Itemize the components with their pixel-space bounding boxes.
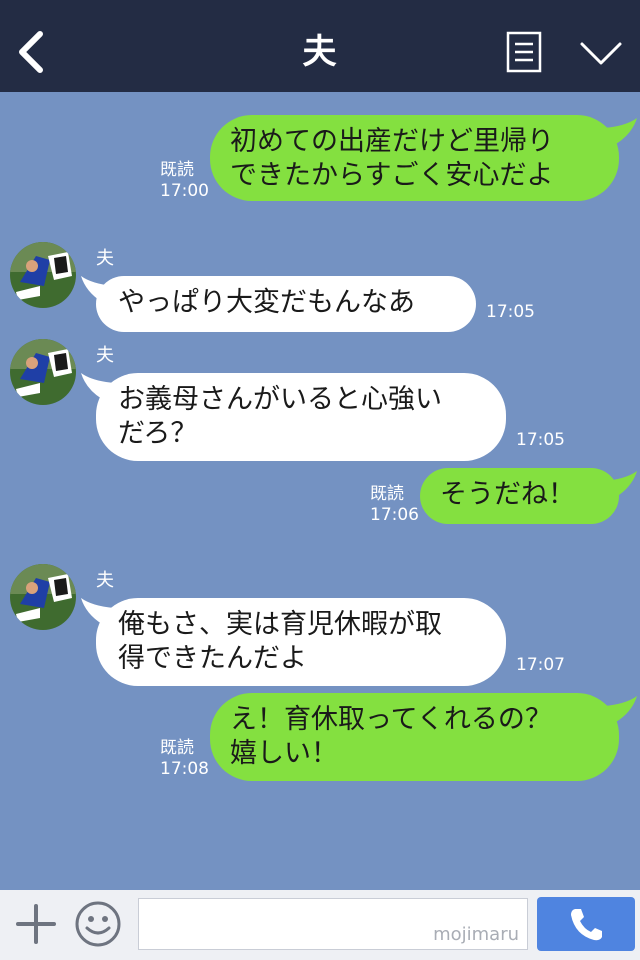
message-bubble[interactable]: え！育休取ってくれるの？ 嬉しい！ [210, 693, 619, 781]
message-time: 17:06 [370, 505, 419, 525]
message-time: 17:07 [516, 655, 565, 675]
bubble-tail [604, 118, 637, 144]
bubble-tail [604, 471, 637, 497]
read-receipt: 既読 [370, 484, 404, 504]
message-input[interactable]: mojimaru [138, 898, 528, 950]
message-time: 17:08 [160, 759, 209, 779]
message-time: 17:00 [160, 181, 209, 201]
read-receipt: 既読 [160, 738, 194, 758]
chat-screen: 夫 既読 17:00 初めての出産だけど里帰り できたからすごく安心だよ 夫 や… [0, 0, 640, 960]
avatar[interactable] [10, 564, 76, 630]
watermark-text: mojimaru [433, 924, 519, 945]
avatar[interactable] [10, 339, 76, 405]
plus-icon[interactable] [14, 902, 58, 946]
sender-name: 夫 [96, 345, 114, 366]
chevron-down-icon[interactable] [578, 36, 624, 70]
message-time: 17:05 [486, 302, 535, 322]
phone-icon [571, 909, 602, 941]
read-receipt: 既読 [160, 160, 194, 180]
message-bubble[interactable]: そうだね！ [420, 468, 619, 524]
message-bubble[interactable]: 初めての出産だけど里帰り できたからすごく安心だよ [210, 115, 619, 201]
menu-icon[interactable] [506, 31, 542, 73]
call-button[interactable] [537, 897, 635, 951]
sender-name: 夫 [96, 570, 114, 591]
message-bubble[interactable]: やっぱり大変だもんなあ [96, 276, 476, 332]
message-time: 17:05 [516, 430, 565, 450]
bubble-tail [604, 696, 637, 722]
sender-name: 夫 [96, 248, 114, 269]
chat-title: 夫 [302, 32, 338, 72]
smile-icon[interactable] [74, 900, 122, 948]
chat-header: 夫 [0, 0, 640, 92]
input-bar: mojimaru [0, 890, 640, 960]
message-bubble[interactable]: お義母さんがいると心強い だろ？ [96, 373, 506, 461]
avatar[interactable] [10, 242, 76, 308]
message-bubble[interactable]: 俺もさ、実は育児休暇が取 得できたんだよ [96, 598, 506, 686]
